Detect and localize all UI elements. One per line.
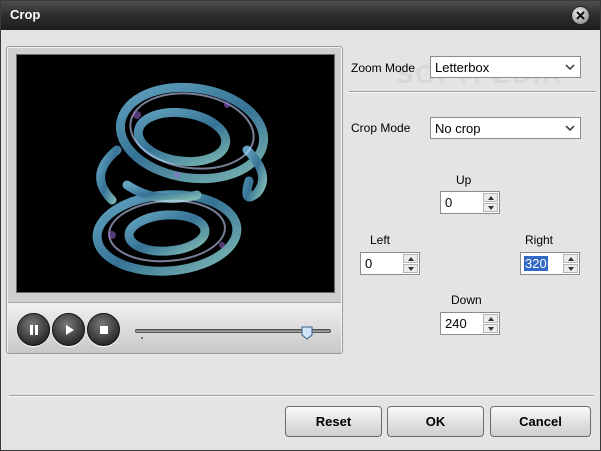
preview-panel xyxy=(6,46,343,354)
up-label: Up xyxy=(456,173,472,187)
left-increment-button[interactable] xyxy=(403,254,418,263)
down-decrement-button[interactable] xyxy=(483,324,498,333)
crop-mode-value: No crop xyxy=(435,121,481,136)
right-value: 320 xyxy=(524,256,548,271)
chevron-down-icon xyxy=(565,64,575,70)
arrow-up-icon xyxy=(407,256,414,261)
arrow-down-icon xyxy=(567,266,574,271)
separator xyxy=(349,91,596,93)
pause-button[interactable] xyxy=(17,313,50,346)
zoom-mode-value: Letterbox xyxy=(435,60,490,75)
down-value: 240 xyxy=(445,316,467,331)
arrow-up-icon xyxy=(487,316,494,321)
crop-mode-select[interactable]: No crop xyxy=(430,117,581,139)
play-button[interactable] xyxy=(52,313,85,346)
zoom-mode-label: Zoom Mode xyxy=(351,61,416,75)
video-frame-image xyxy=(92,82,269,276)
close-icon xyxy=(576,11,585,20)
arrow-up-icon xyxy=(487,195,494,200)
right-decrement-button[interactable] xyxy=(563,264,578,273)
stop-button[interactable] xyxy=(87,313,120,346)
left-decrement-button[interactable] xyxy=(403,264,418,273)
right-label: Right xyxy=(525,233,554,247)
playback-controls xyxy=(8,302,341,353)
up-value: 0 xyxy=(445,195,453,210)
chevron-down-icon xyxy=(565,125,575,131)
title-bar[interactable]: Crop xyxy=(1,1,600,30)
seek-start-marker xyxy=(141,337,143,339)
crop-dialog: Crop SOFTPEDIA xyxy=(0,0,601,451)
stop-icon xyxy=(99,325,108,334)
ok-button[interactable]: OK xyxy=(387,406,484,437)
left-spinbox[interactable]: 0 xyxy=(360,252,420,275)
arrow-down-icon xyxy=(487,205,494,210)
right-spinbox[interactable]: 320 xyxy=(520,252,580,275)
video-preview xyxy=(16,54,335,293)
arrow-down-icon xyxy=(407,266,414,271)
left-label: Left xyxy=(370,233,391,247)
close-button[interactable] xyxy=(571,6,590,25)
crop-mode-label: Crop Mode xyxy=(351,121,411,135)
down-increment-button[interactable] xyxy=(483,314,498,323)
cancel-button[interactable]: Cancel xyxy=(490,406,591,437)
up-spinbox[interactable]: 0 xyxy=(440,191,500,214)
left-value: 0 xyxy=(365,256,373,271)
play-icon xyxy=(65,324,74,335)
pause-icon xyxy=(29,324,38,335)
footer-separator xyxy=(9,395,594,397)
zoom-mode-select[interactable]: Letterbox xyxy=(430,56,581,78)
up-decrement-button[interactable] xyxy=(483,203,498,212)
arrow-down-icon xyxy=(487,326,494,331)
right-increment-button[interactable] xyxy=(563,254,578,263)
up-increment-button[interactable] xyxy=(483,193,498,202)
seek-thumb[interactable] xyxy=(301,326,313,340)
down-label: Down xyxy=(451,293,482,307)
down-spinbox[interactable]: 240 xyxy=(440,312,500,335)
window-title: Crop xyxy=(10,7,41,22)
reset-button[interactable]: Reset xyxy=(285,406,382,437)
arrow-up-icon xyxy=(567,256,574,261)
